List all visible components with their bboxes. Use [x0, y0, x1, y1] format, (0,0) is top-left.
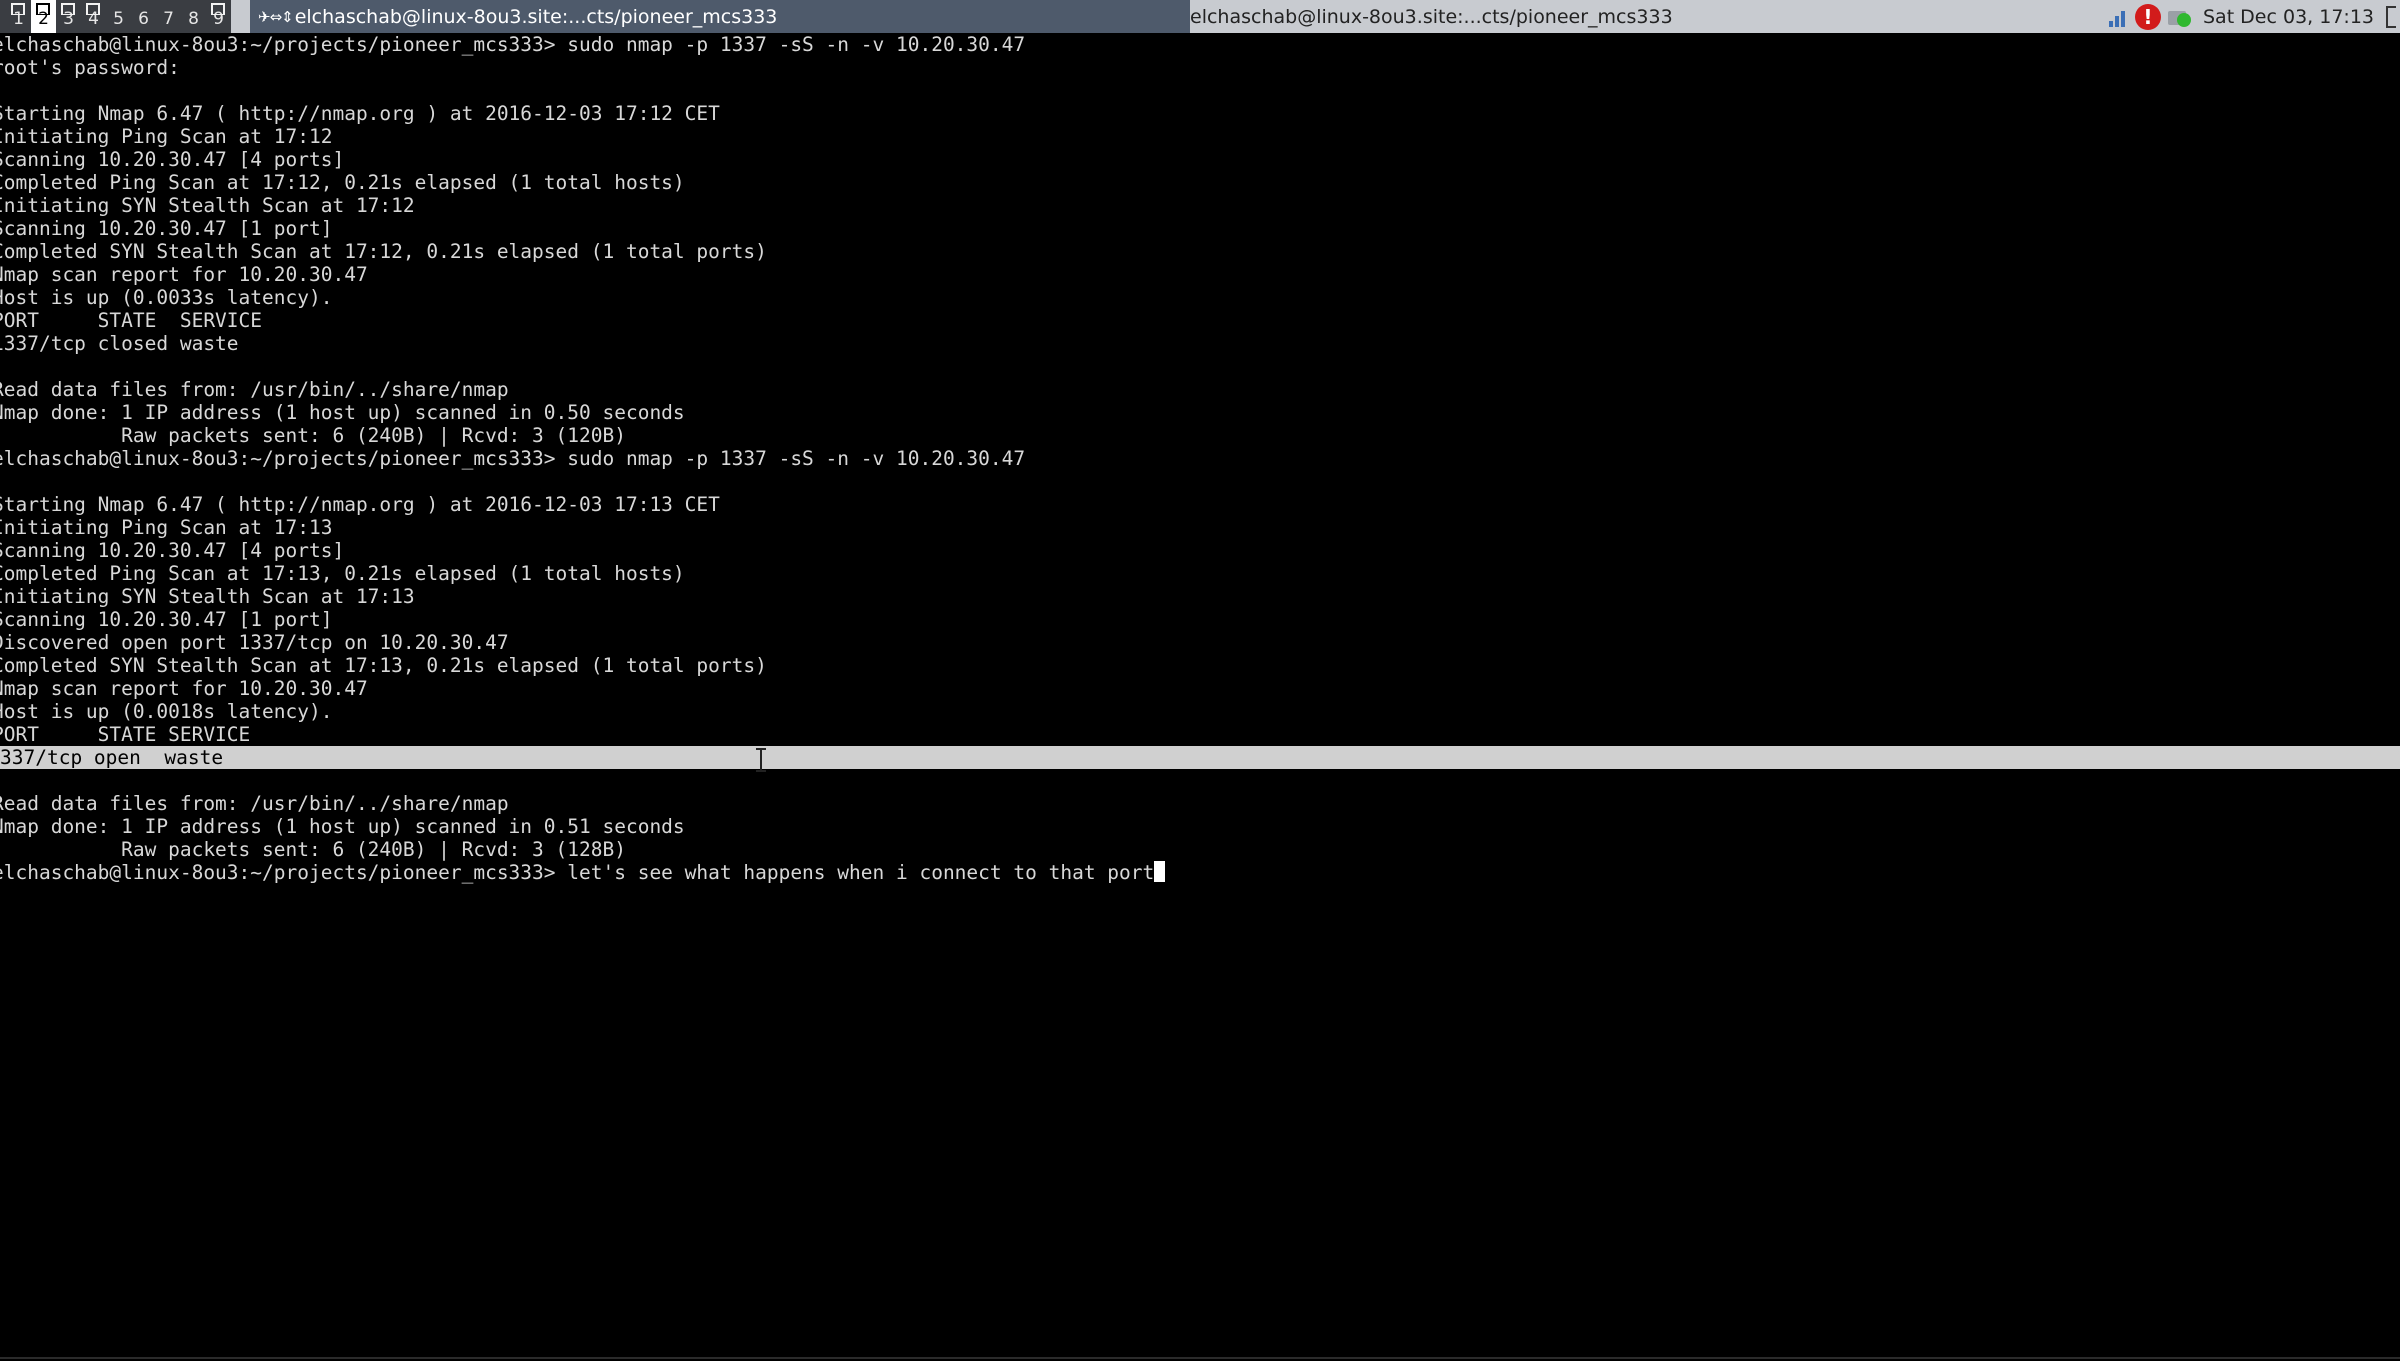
- terminal-line: Initiating SYN Stealth Scan at 17:13: [0, 585, 415, 608]
- terminal-line: root's password:: [0, 56, 180, 79]
- inactive-window-title: elchaschab@linux-8ou3.site:...cts/pionee…: [1190, 5, 1673, 28]
- workspace-2[interactable]: 2: [31, 0, 56, 33]
- terminal-bottom-border: [0, 1357, 2400, 1359]
- terminal-line: elchaschab@linux-8ou3:~/projects/pioneer…: [0, 447, 1026, 470]
- terminal-line: PORT STATE SERVICE: [0, 723, 251, 746]
- signal-strength-icon[interactable]: [2108, 7, 2129, 27]
- warning-icon[interactable]: !: [2134, 3, 2161, 30]
- terminal-line: Scanning 10.20.30.47 [1 port]: [0, 608, 333, 631]
- terminal-line: Scanning 10.20.30.47 [4 ports]: [0, 148, 345, 171]
- taskbar: 123456789 ✈⇔⇕ elchaschab@linux-8ou3.site…: [0, 0, 2400, 33]
- terminal-line: Scanning 10.20.30.47 [4 ports]: [0, 539, 345, 562]
- workspace-1[interactable]: 1: [6, 0, 31, 33]
- terminal-line: Scanning 10.20.30.47 [1 port]: [0, 217, 333, 240]
- workspace-8[interactable]: 8: [181, 0, 206, 33]
- terminal-line: Initiating Ping Scan at 17:13: [0, 516, 333, 539]
- window-state-icons: ✈⇔⇕: [258, 7, 294, 26]
- terminal-line: Starting Nmap 6.47 ( http://nmap.org ) a…: [0, 493, 720, 516]
- terminal-line: Completed SYN Stealth Scan at 17:12, 0.2…: [0, 240, 767, 263]
- terminal-line: 1337/tcp closed waste: [0, 332, 239, 355]
- terminal-line: PORT STATE SERVICE: [0, 309, 263, 332]
- taskbar-active-window[interactable]: ✈⇔⇕ elchaschab@linux-8ou3.site:...cts/pi…: [250, 0, 1190, 33]
- terminal-line-selected: 337/tcp open waste: [0, 746, 2400, 769]
- terminal-line: Nmap scan report for 10.20.30.47: [0, 263, 368, 286]
- terminal-line: Nmap done: 1 IP address (1 host up) scan…: [0, 815, 685, 838]
- terminal-line: elchaschab@linux-8ou3:~/projects/pioneer…: [0, 33, 1026, 56]
- workspace-6[interactable]: 6: [131, 0, 156, 33]
- terminal-line: Host is up (0.0018s latency).: [0, 700, 333, 723]
- terminal-line: Nmap done: 1 IP address (1 host up) scan…: [0, 401, 685, 424]
- terminal-cursor: [1154, 861, 1166, 882]
- active-window-title: elchaschab@linux-8ou3.site:...cts/pionee…: [294, 5, 778, 28]
- workspace-switcher: 123456789: [0, 0, 231, 33]
- workspace-9[interactable]: 9: [206, 0, 231, 33]
- prompt-input-text[interactable]: elchaschab@linux-8ou3:~/projects/pioneer…: [0, 861, 1154, 884]
- terminal-line: Raw packets sent: 6 (240B) | Rcvd: 3 (12…: [0, 838, 626, 861]
- battery-charging-icon[interactable]: [2167, 5, 2193, 29]
- clock[interactable]: Sat Dec 03, 17:13: [2203, 6, 2374, 28]
- text-cursor-ibeam-icon: [756, 748, 766, 772]
- taskbar-inactive-window[interactable]: elchaschab@linux-8ou3.site:...cts/pionee…: [1190, 0, 1673, 33]
- terminal-line: Read data files from: /usr/bin/../share/…: [0, 792, 509, 815]
- terminal-line: Discovered open port 1337/tcp on 10.20.3…: [0, 631, 509, 654]
- workspace-3[interactable]: 3: [56, 0, 81, 33]
- terminal-output[interactable]: elchaschab@linux-8ou3:~/projects/pioneer…: [0, 33, 2400, 1353]
- workspace-5[interactable]: 5: [106, 0, 131, 33]
- workspace-7[interactable]: 7: [156, 0, 181, 33]
- system-tray: ! Sat Dec 03, 17:13: [2108, 0, 2400, 33]
- terminal-line: Completed SYN Stealth Scan at 17:13, 0.2…: [0, 654, 767, 677]
- terminal-line: Initiating Ping Scan at 17:12: [0, 125, 333, 148]
- tray-edge-handle: [2386, 5, 2396, 28]
- terminal-line: Nmap scan report for 10.20.30.47: [0, 677, 368, 700]
- terminal-line: Read data files from: /usr/bin/../share/…: [0, 378, 509, 401]
- terminal-line: Host is up (0.0033s latency).: [0, 286, 333, 309]
- terminal-prompt-line: elchaschab@linux-8ou3:~/projects/pioneer…: [0, 861, 2400, 884]
- terminal-line: Completed Ping Scan at 17:12, 0.21s elap…: [0, 171, 685, 194]
- terminal-line: Starting Nmap 6.47 ( http://nmap.org ) a…: [0, 102, 720, 125]
- terminal-line: Completed Ping Scan at 17:13, 0.21s elap…: [0, 562, 685, 585]
- workspace-4[interactable]: 4: [81, 0, 106, 33]
- terminal-line: Initiating SYN Stealth Scan at 17:12: [0, 194, 415, 217]
- terminal-line: Raw packets sent: 6 (240B) | Rcvd: 3 (12…: [0, 424, 626, 447]
